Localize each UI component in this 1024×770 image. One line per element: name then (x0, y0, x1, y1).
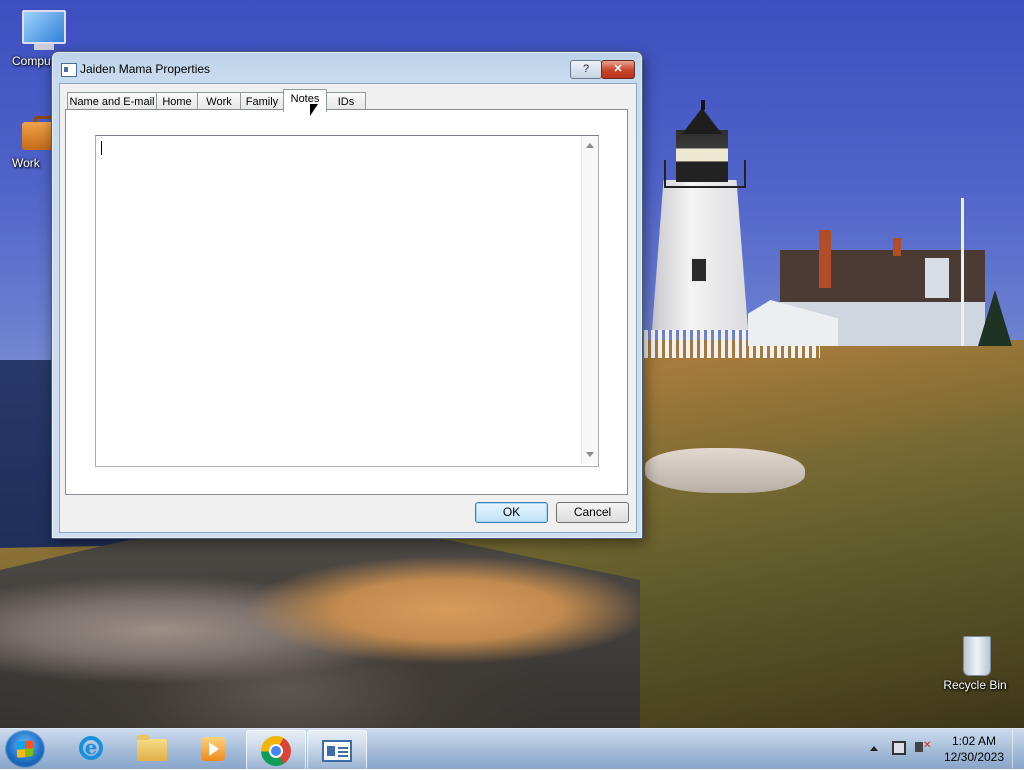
rock (645, 448, 805, 493)
desktop-icon-recycle-bin[interactable]: Recycle Bin (938, 632, 1012, 692)
recycle-bin-icon (953, 632, 997, 676)
show-hidden-icons-icon[interactable] (870, 746, 878, 751)
chimney (893, 238, 901, 256)
lighthouse-finial (701, 100, 705, 110)
taskbar-file-explorer[interactable] (122, 730, 180, 768)
internet-explorer-icon: e (79, 736, 103, 760)
ok-button[interactable]: OK (475, 502, 548, 523)
windows-logo-icon (17, 740, 33, 758)
tab-notes[interactable]: Notes (283, 89, 327, 112)
lighthouse-cap (682, 108, 722, 134)
chimney (819, 230, 831, 288)
notes-scrollbar[interactable] (581, 136, 598, 464)
computer-icon (20, 8, 66, 52)
network-icon[interactable] (892, 741, 906, 755)
flag-pole (961, 198, 964, 346)
taskbar-internet-explorer[interactable]: e (61, 730, 119, 768)
media-player-icon (201, 737, 225, 761)
taskbar-chrome[interactable] (246, 730, 306, 770)
file-explorer-icon (137, 735, 167, 761)
clock-time: 1:02 AM (951, 734, 997, 748)
clock-date: 12/30/2023 (943, 750, 1005, 764)
properties-dialog: Jaiden Mama Properties ? ✕ Name and E-ma… (51, 51, 643, 539)
chrome-icon (261, 736, 291, 766)
text-caret (101, 141, 102, 155)
help-button[interactable]: ? (570, 60, 602, 79)
roof (780, 250, 985, 302)
lighthouse-tower (652, 180, 748, 330)
dialog-title: Jaiden Mama Properties (80, 62, 211, 76)
cancel-button[interactable]: Cancel (556, 502, 629, 523)
taskbar: e 1:02 AM 12/30/2023 (0, 728, 1024, 770)
start-button[interactable] (5, 730, 45, 768)
volume-muted-icon[interactable] (915, 740, 931, 752)
show-desktop-button[interactable] (1012, 729, 1024, 769)
notes-tab-page (65, 109, 628, 495)
dormer (925, 258, 949, 298)
contact-card-icon (322, 740, 352, 762)
desktop-icon-label: Recycle Bin (943, 678, 1007, 692)
taskbar-media-player[interactable] (183, 730, 241, 768)
system-clock[interactable]: 1:02 AM 12/30/2023 (940, 733, 1008, 765)
notes-textarea[interactable] (95, 135, 599, 467)
lighthouse-window (690, 257, 708, 283)
lighthouse-gallery (664, 160, 746, 188)
taskbar-contact-properties[interactable] (307, 730, 367, 770)
scroll-down-icon[interactable] (586, 452, 594, 457)
close-button[interactable]: ✕ (601, 60, 635, 79)
scroll-up-icon[interactable] (586, 143, 594, 148)
mouse-pointer-icon (309, 102, 320, 119)
dialog-client-area: Name and E-mail Home Work Family Notes I… (59, 83, 637, 533)
contact-card-icon (61, 63, 77, 77)
desktop-icon-label: Work (12, 156, 40, 170)
